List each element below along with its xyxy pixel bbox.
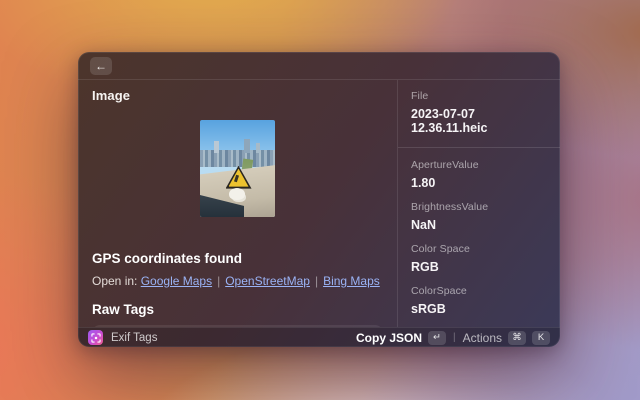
metadata-value: 1.80 [411,176,547,190]
openstreetmap-link[interactable]: OpenStreetMap [225,274,310,288]
viewfinder-icon [91,333,101,343]
detail-pane: Image GPS coordinates found Open in: [78,80,397,327]
google-maps-link[interactable]: Google Maps [141,274,212,288]
window-header: ← [78,52,560,80]
metadata-value: sRGB [411,302,547,316]
window-main: Image GPS coordinates found Open in: [78,80,560,327]
metadata-sidebar: File 2023-07-07 12.36.11.heic ApertureVa… [397,80,560,327]
link-separator: | [315,274,318,288]
metadata-label: Color Space [411,243,547,255]
command-key-icon: ⌘ [508,331,526,345]
thumbnail-tower [244,139,250,153]
thumbnail-white-object [229,188,245,200]
footer-actions: Copy JSON ↵ | Actions ⌘ K [356,331,550,345]
bing-maps-link[interactable]: Bing Maps [323,274,380,288]
thumbnail-skyline [200,150,275,166]
metadata-label: ColorSpace [411,285,547,297]
metadata-label: ApertureValue [411,159,547,171]
app-name: Exif Tags [111,332,157,344]
exif-tags-window: ← Image GPS coordinates found [78,52,560,347]
k-key-icon: K [532,331,550,345]
raw-tags-heading: Raw Tags [92,302,383,317]
copy-json-button[interactable]: Copy JSON ↵ [356,331,446,345]
copy-json-label: Copy JSON [356,331,422,345]
image-section-heading: Image [92,88,383,103]
thumbnail-tower [256,143,260,153]
thumbnail-tower [214,141,219,153]
open-in-label: Open in: [92,274,137,288]
metadata-item: Color Space RGB [411,243,547,274]
metadata-value: NaN [411,218,547,232]
footer-separator: | [453,332,456,343]
back-icon: ← [95,60,107,72]
gps-found-heading: GPS coordinates found [92,251,383,266]
metadata-label: BrightnessValue [411,201,547,213]
file-label: File [411,90,547,102]
metadata-divider [398,147,560,148]
link-separator: | [217,274,220,288]
exif-tags-app-icon [88,330,103,345]
metadata-item: ApertureValue 1.80 [411,159,547,190]
file-value: 2023-07-07 12.36.11.heic [411,107,547,135]
metadata-item: ColorSpace sRGB [411,285,547,316]
metadata-item: BrightnessValue NaN [411,201,547,232]
actions-label: Actions [463,331,502,345]
window-footer: Exif Tags Copy JSON ↵ | Actions ⌘ K [78,327,560,347]
metadata-value: RGB [411,260,547,274]
photo-thumbnail [200,120,275,217]
actions-menu-button[interactable]: Actions ⌘ K [463,331,550,345]
return-key-icon: ↵ [428,331,446,345]
open-in-row: Open in: Google Maps | OpenStreetMap | Bing … [92,274,383,288]
back-button[interactable]: ← [90,57,112,75]
